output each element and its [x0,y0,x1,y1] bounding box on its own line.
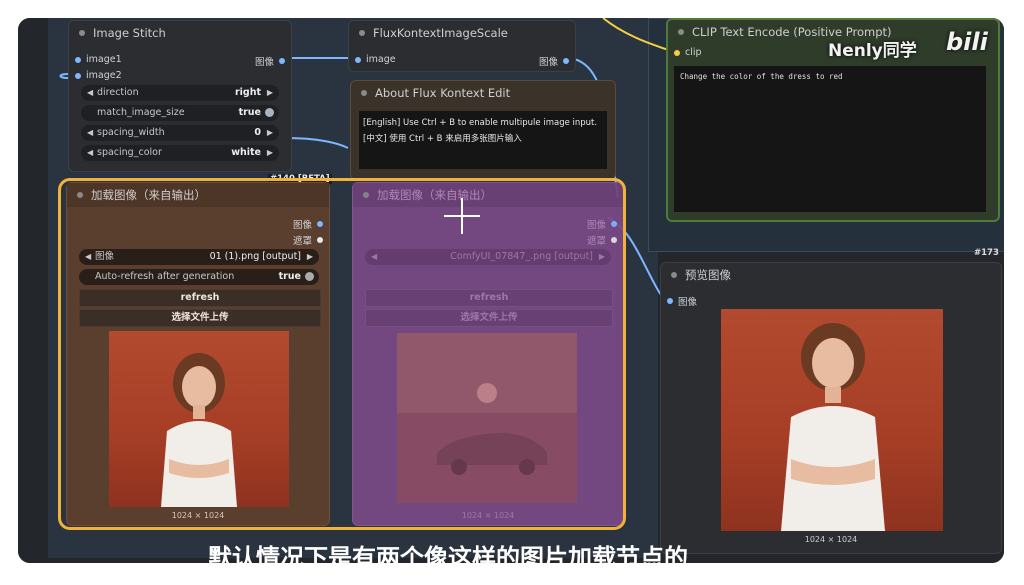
input-image1[interactable]: image1 [75,54,122,65]
image-stitch-node[interactable]: Image Stitch image1 image2 图像 ◀ direction… [68,20,292,172]
wire-stitch-out [285,137,349,149]
note-textarea[interactable]: [English] Use Ctrl + B to enable multipu… [359,111,607,169]
match-image-size-toggle[interactable]: match_image_size true [81,105,279,121]
bilibili-logo: bili [946,28,988,56]
woman-portrait [781,323,885,531]
selection-rectangle [58,178,626,530]
prompt-textarea[interactable]: Change the color of the dress to red [674,66,986,212]
flux-scale-node[interactable]: FluxKontextImageScale image 图像 [348,20,576,72]
port-dot [75,56,81,63]
app-frame: Image Stitch image1 image2 图像 ◀ direction… [18,18,1004,563]
input-clip[interactable]: clip [674,47,702,58]
node-title[interactable]: About Flux Kontext Edit [351,81,615,105]
port-dot [75,72,81,79]
input-image2[interactable]: image2 [75,70,122,81]
crosshair-cursor-icon [444,198,480,234]
node-id-badge: #173 [974,248,999,258]
port-dot [279,58,285,64]
output-image[interactable]: 图像 [539,54,569,68]
node-canvas[interactable]: Image Stitch image1 image2 图像 ◀ direction… [18,18,1004,563]
video-subtitle: 默认情况下是有两个像这样的图片加载节点的 [208,544,688,563]
preview-image-node[interactable]: 预览图像 图像 1024 × 1024 [660,262,1002,554]
spacing-width-widget[interactable]: ◀ spacing_width 0 ▶ [81,125,279,141]
direction-widget[interactable]: ◀ direction right ▶ [81,85,279,101]
wire-image2 [59,73,69,79]
about-note-node[interactable]: About Flux Kontext Edit [English] Use Ct… [350,80,616,180]
node-title[interactable]: Image Stitch [69,21,291,45]
input-image[interactable]: 图像 [667,294,697,308]
wire-clip [602,18,669,51]
port-dot [674,49,680,56]
watermark-text: Nenly同学 [828,41,917,61]
toggle-knob [265,108,274,117]
spacing-color-widget[interactable]: ◀ spacing_color white ▶ [81,145,279,161]
note-line-chinese: [中文] 使用 Ctrl + B 来启用多张图片输入 [363,134,522,144]
output-image[interactable]: 图像 [255,54,285,68]
input-image[interactable]: image [355,54,396,65]
preview-image [721,309,943,531]
note-line-english: [English] Use Ctrl + B to enable multipu… [363,118,598,128]
port-dot [667,298,673,304]
port-dot [355,56,361,63]
node-title[interactable]: FluxKontextImageScale [349,21,575,45]
port-dot [563,58,569,64]
node-title[interactable]: 预览图像 [661,263,1001,287]
